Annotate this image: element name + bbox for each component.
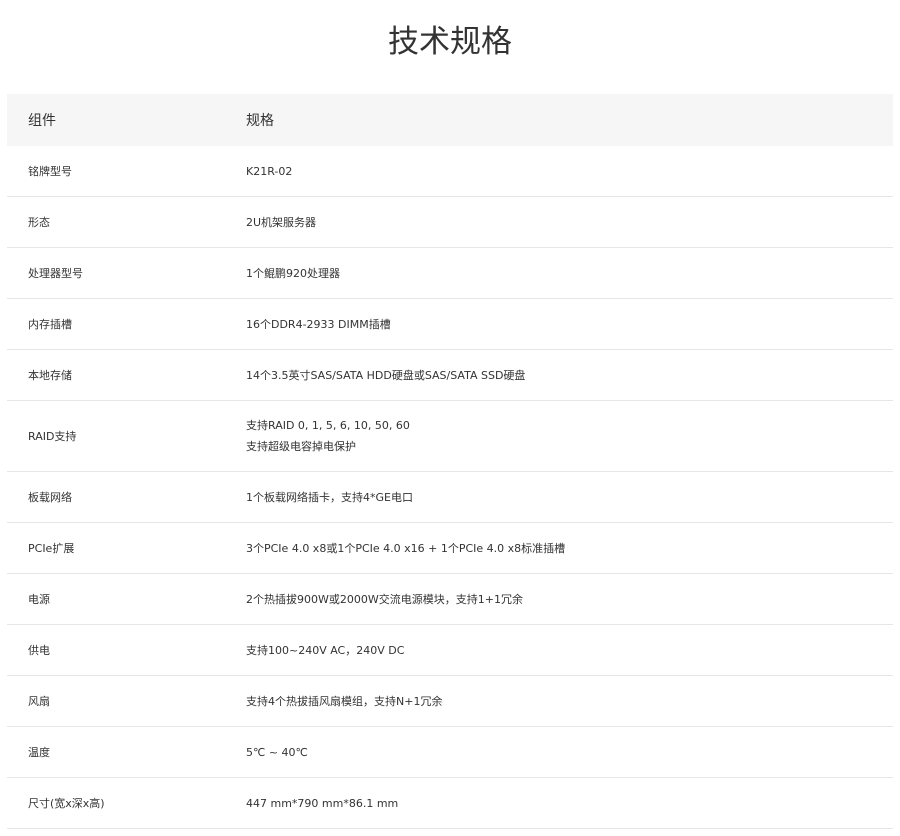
table-row: 电源 2个热插拔900W或2000W交流电源模块，支持1+1冗余: [7, 574, 893, 625]
table-row: RAID支持 支持RAID 0, 1, 5, 6, 10, 50, 60 支持超…: [7, 401, 893, 472]
page-title: 技术规格: [388, 24, 512, 60]
row-component: 处理器型号: [28, 267, 83, 280]
spec-line: 支持4个热拔插风扇模组，支持N+1冗余: [246, 694, 443, 708]
spec-line: 1个板载网络插卡，支持4*GE电口: [246, 490, 413, 504]
row-component: 本地存储: [28, 369, 72, 382]
row-component: 风扇: [28, 695, 50, 708]
table-row: 铭牌型号 K21R-02: [7, 146, 893, 197]
table-header: 组件 规格: [7, 94, 893, 146]
row-spec: 支持4个热拔插风扇模组，支持N+1冗余: [246, 691, 893, 712]
row-spec: K21R-02: [246, 161, 893, 182]
row-spec: 14个3.5英寸SAS/SATA HDD硬盘或SAS/SATA SSD硬盘: [246, 365, 893, 386]
row-spec: 2个热插拔900W或2000W交流电源模块，支持1+1冗余: [246, 589, 893, 610]
spec-line: 支持100~240V AC，240V DC: [246, 643, 405, 657]
row-component: 电源: [28, 593, 50, 606]
row-spec: 1个鲲鹏920处理器: [246, 263, 893, 284]
header-component: 组件: [28, 113, 56, 129]
row-component: 形态: [28, 216, 50, 229]
spec-line: 支持超级电容掉电保护: [246, 440, 356, 453]
spec-line: 447 mm*790 mm*86.1 mm: [246, 796, 399, 810]
row-component: 尺寸(宽x深x高): [28, 797, 105, 810]
spec-line: 1个鲲鹏920处理器: [246, 266, 340, 280]
spec-page: 技术规格 组件 规格 铭牌型号 K21R-02 形态 2U机架服务器 处理器型号…: [0, 0, 900, 836]
spec-table: 组件 规格 铭牌型号 K21R-02 形态 2U机架服务器 处理器型号 1个鲲鹏…: [7, 94, 893, 829]
spec-line: 支持RAID 0, 1, 5, 6, 10, 50, 60: [246, 419, 410, 432]
spec-line: 14个3.5英寸SAS/SATA HDD硬盘或SAS/SATA SSD硬盘: [246, 368, 526, 382]
row-spec: 2U机架服务器: [246, 212, 893, 233]
spec-line: K21R-02: [246, 164, 293, 178]
table-row: 板载网络 1个板载网络插卡，支持4*GE电口: [7, 472, 893, 523]
row-spec: 5℃ ~ 40℃: [246, 742, 893, 763]
spec-line: 16个DDR4-2933 DIMM插槽: [246, 317, 391, 331]
row-spec: 支持100~240V AC，240V DC: [246, 640, 893, 661]
row-spec: 1个板载网络插卡，支持4*GE电口: [246, 487, 893, 508]
header-spec: 规格: [246, 113, 274, 129]
row-component: 板载网络: [28, 491, 72, 504]
row-component: RAID支持: [28, 430, 77, 443]
spec-line: 3个PCIe 4.0 x8或1个PCIe 4.0 x16 + 1个PCIe 4.…: [246, 541, 566, 555]
table-row: 尺寸(宽x深x高) 447 mm*790 mm*86.1 mm: [7, 778, 893, 829]
spec-line: 2个热插拔900W或2000W交流电源模块，支持1+1冗余: [246, 592, 523, 606]
table-row: 温度 5℃ ~ 40℃: [7, 727, 893, 778]
row-component: 铭牌型号: [28, 165, 72, 178]
table-row: PCIe扩展 3个PCIe 4.0 x8或1个PCIe 4.0 x16 + 1个…: [7, 523, 893, 574]
table-row: 风扇 支持4个热拔插风扇模组，支持N+1冗余: [7, 676, 893, 727]
row-component: 供电: [28, 644, 50, 657]
spec-line: 5℃ ~ 40℃: [246, 745, 308, 759]
row-component: PCIe扩展: [28, 542, 75, 555]
row-component: 温度: [28, 746, 50, 759]
table-row: 形态 2U机架服务器: [7, 197, 893, 248]
row-spec: 16个DDR4-2933 DIMM插槽: [246, 314, 893, 335]
spec-line: 2U机架服务器: [246, 215, 317, 229]
table-row: 供电 支持100~240V AC，240V DC: [7, 625, 893, 676]
table-row: 内存插槽 16个DDR4-2933 DIMM插槽: [7, 299, 893, 350]
table-row: 本地存储 14个3.5英寸SAS/SATA HDD硬盘或SAS/SATA SSD…: [7, 350, 893, 401]
row-component: 内存插槽: [28, 318, 72, 331]
row-spec: 支持RAID 0, 1, 5, 6, 10, 50, 60 支持超级电容掉电保护: [246, 415, 893, 457]
table-row: 处理器型号 1个鲲鹏920处理器: [7, 248, 893, 299]
row-spec: 447 mm*790 mm*86.1 mm: [246, 793, 893, 814]
row-spec: 3个PCIe 4.0 x8或1个PCIe 4.0 x16 + 1个PCIe 4.…: [246, 538, 893, 559]
